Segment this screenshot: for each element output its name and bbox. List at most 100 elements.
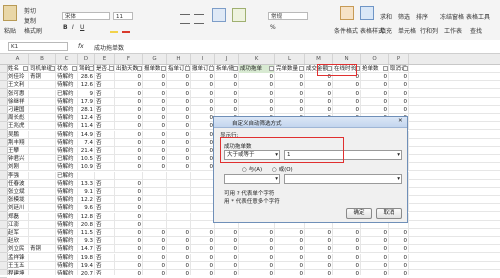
cell-value[interactable]: 0 bbox=[333, 253, 361, 262]
cell-value[interactable]: 0 bbox=[275, 229, 305, 237]
row-number[interactable] bbox=[0, 81, 7, 90]
cell-onduty[interactable]: 否 bbox=[95, 147, 115, 155]
cell-value[interactable]: 0 bbox=[215, 245, 239, 254]
format-painter-button[interactable]: 格式刷 bbox=[24, 26, 42, 35]
cell-group[interactable] bbox=[29, 163, 56, 172]
cell-value[interactable]: 0 bbox=[115, 237, 143, 246]
cell-value[interactable]: 0 bbox=[143, 270, 167, 275]
column-header-l[interactable]: L bbox=[275, 54, 305, 64]
cell-group[interactable] bbox=[29, 97, 56, 106]
cell-value[interactable]: 0 bbox=[389, 253, 409, 262]
filter-dropdown-icon[interactable] bbox=[233, 66, 238, 71]
cell-value[interactable]: 0 bbox=[143, 147, 167, 155]
cell-onduty[interactable]: 否 bbox=[95, 270, 115, 275]
row-number[interactable] bbox=[0, 90, 7, 98]
cell-status[interactable]: 待解约 bbox=[56, 220, 78, 229]
percent-icon[interactable]: % bbox=[270, 24, 276, 31]
cell-value[interactable]: 0 bbox=[167, 81, 191, 90]
cell-value[interactable]: 0 bbox=[115, 245, 143, 254]
cell-value[interactable]: 0 bbox=[361, 261, 389, 270]
cell-name[interactable]: 刘刚 bbox=[7, 163, 29, 172]
cell-value[interactable]: 0 bbox=[305, 245, 333, 254]
cell-value[interactable]: 0 bbox=[167, 261, 191, 270]
cell-value[interactable]: 0 bbox=[305, 97, 333, 106]
cell-group[interactable] bbox=[29, 106, 56, 114]
cell-onduty[interactable]: 否 bbox=[95, 220, 115, 229]
cell-onduty[interactable]: 否 bbox=[95, 97, 115, 106]
cell-age[interactable]: 9.6 bbox=[78, 204, 95, 213]
cell-value[interactable]: 0 bbox=[305, 89, 333, 98]
cell-status[interactable]: 待解约 bbox=[56, 122, 78, 131]
cell-value[interactable]: 0 bbox=[115, 229, 143, 237]
align-center-icon[interactable] bbox=[194, 14, 204, 24]
column-header-g[interactable]: G bbox=[143, 54, 167, 64]
cell-onduty[interactable]: 否 bbox=[95, 138, 115, 147]
cell-value[interactable] bbox=[143, 188, 167, 196]
filter-dropdown-icon[interactable] bbox=[137, 66, 142, 71]
cell-value[interactable] bbox=[143, 179, 167, 188]
cell-value[interactable]: 0 bbox=[167, 97, 191, 106]
cell-status[interactable]: 待解约 bbox=[56, 97, 78, 106]
cell-value[interactable] bbox=[143, 171, 167, 180]
fill-color-icon[interactable] bbox=[110, 24, 118, 33]
sort-button[interactable]: 排序 bbox=[416, 12, 428, 21]
column-header-o[interactable]: O bbox=[361, 54, 389, 64]
row-number[interactable] bbox=[0, 254, 7, 262]
cell-value[interactable]: 0 bbox=[239, 97, 275, 106]
row-number[interactable] bbox=[0, 229, 7, 237]
cell-value[interactable]: 0 bbox=[215, 97, 239, 106]
cell-value[interactable] bbox=[115, 171, 143, 180]
cell-value[interactable]: 0 bbox=[191, 138, 215, 147]
cell-value[interactable]: 0 bbox=[115, 89, 143, 98]
cell-value[interactable]: 0 bbox=[191, 270, 215, 275]
filter-dropdown-icon[interactable] bbox=[89, 66, 94, 71]
cell-value[interactable]: 0 bbox=[167, 114, 191, 123]
filter-dropdown-icon[interactable] bbox=[185, 66, 190, 71]
cell-value[interactable]: 0 bbox=[143, 245, 167, 254]
cell-value[interactable] bbox=[167, 196, 191, 205]
cell-age[interactable]: 11.4 bbox=[78, 122, 95, 131]
cell-value[interactable]: 0 bbox=[239, 245, 275, 254]
cut-button[interactable]: 剪切 bbox=[24, 6, 36, 15]
cell-name[interactable]: 王攀 bbox=[7, 147, 29, 155]
cell-age[interactable]: 28.6 bbox=[78, 73, 95, 82]
condition-format-icon[interactable] bbox=[340, 6, 354, 20]
copy-button[interactable]: 复制 bbox=[24, 16, 36, 25]
cell-value[interactable]: 0 bbox=[239, 270, 275, 275]
cell-value[interactable]: 0 bbox=[191, 261, 215, 270]
filter-dropdown-icon[interactable] bbox=[72, 66, 77, 71]
cell-value[interactable]: 0 bbox=[115, 138, 143, 147]
cell-value[interactable]: 0 bbox=[333, 89, 361, 98]
cell-value[interactable]: 0 bbox=[333, 81, 361, 90]
cell-group[interactable] bbox=[29, 138, 56, 147]
cell-value[interactable]: 0 bbox=[167, 270, 191, 275]
cell-value[interactable]: 0 bbox=[115, 114, 143, 123]
condition-format-button[interactable]: 条件格式 bbox=[334, 26, 358, 35]
cell-value[interactable]: 0 bbox=[115, 155, 143, 164]
row-number[interactable] bbox=[0, 245, 7, 254]
cell-value[interactable]: 0 bbox=[333, 237, 361, 246]
cell-status[interactable]: 待解约 bbox=[56, 114, 78, 123]
cell-value[interactable]: 0 bbox=[361, 229, 389, 237]
cell-status[interactable]: 待解约 bbox=[56, 179, 78, 188]
cell-value[interactable] bbox=[167, 220, 191, 229]
cell-value[interactable]: 0 bbox=[389, 245, 409, 254]
row-number[interactable] bbox=[0, 221, 7, 229]
cell-value[interactable] bbox=[167, 188, 191, 196]
cell-value[interactable]: 0 bbox=[143, 114, 167, 123]
cell-value[interactable]: 0 bbox=[191, 229, 215, 237]
cell-status[interactable]: 待解约 bbox=[56, 147, 78, 155]
column-header-p[interactable]: P bbox=[389, 54, 409, 64]
cell-name[interactable]: 吴鹏 bbox=[7, 130, 29, 139]
column-header-j[interactable]: J bbox=[215, 54, 239, 64]
column-header-e[interactable]: E bbox=[95, 54, 115, 64]
header-cell[interactable]: 状态 bbox=[56, 65, 78, 73]
cell-name[interactable]: 赵军 bbox=[7, 229, 29, 237]
cell-value[interactable]: 0 bbox=[115, 220, 143, 229]
cell-onduty[interactable]: 否 bbox=[95, 204, 115, 213]
cell-value[interactable]: 0 bbox=[275, 97, 305, 106]
row-number[interactable] bbox=[0, 188, 7, 196]
cell-name[interactable]: 赵欣 bbox=[7, 237, 29, 246]
cell-value[interactable]: 0 bbox=[115, 163, 143, 172]
cell-age[interactable]: 20.7 bbox=[78, 270, 95, 275]
